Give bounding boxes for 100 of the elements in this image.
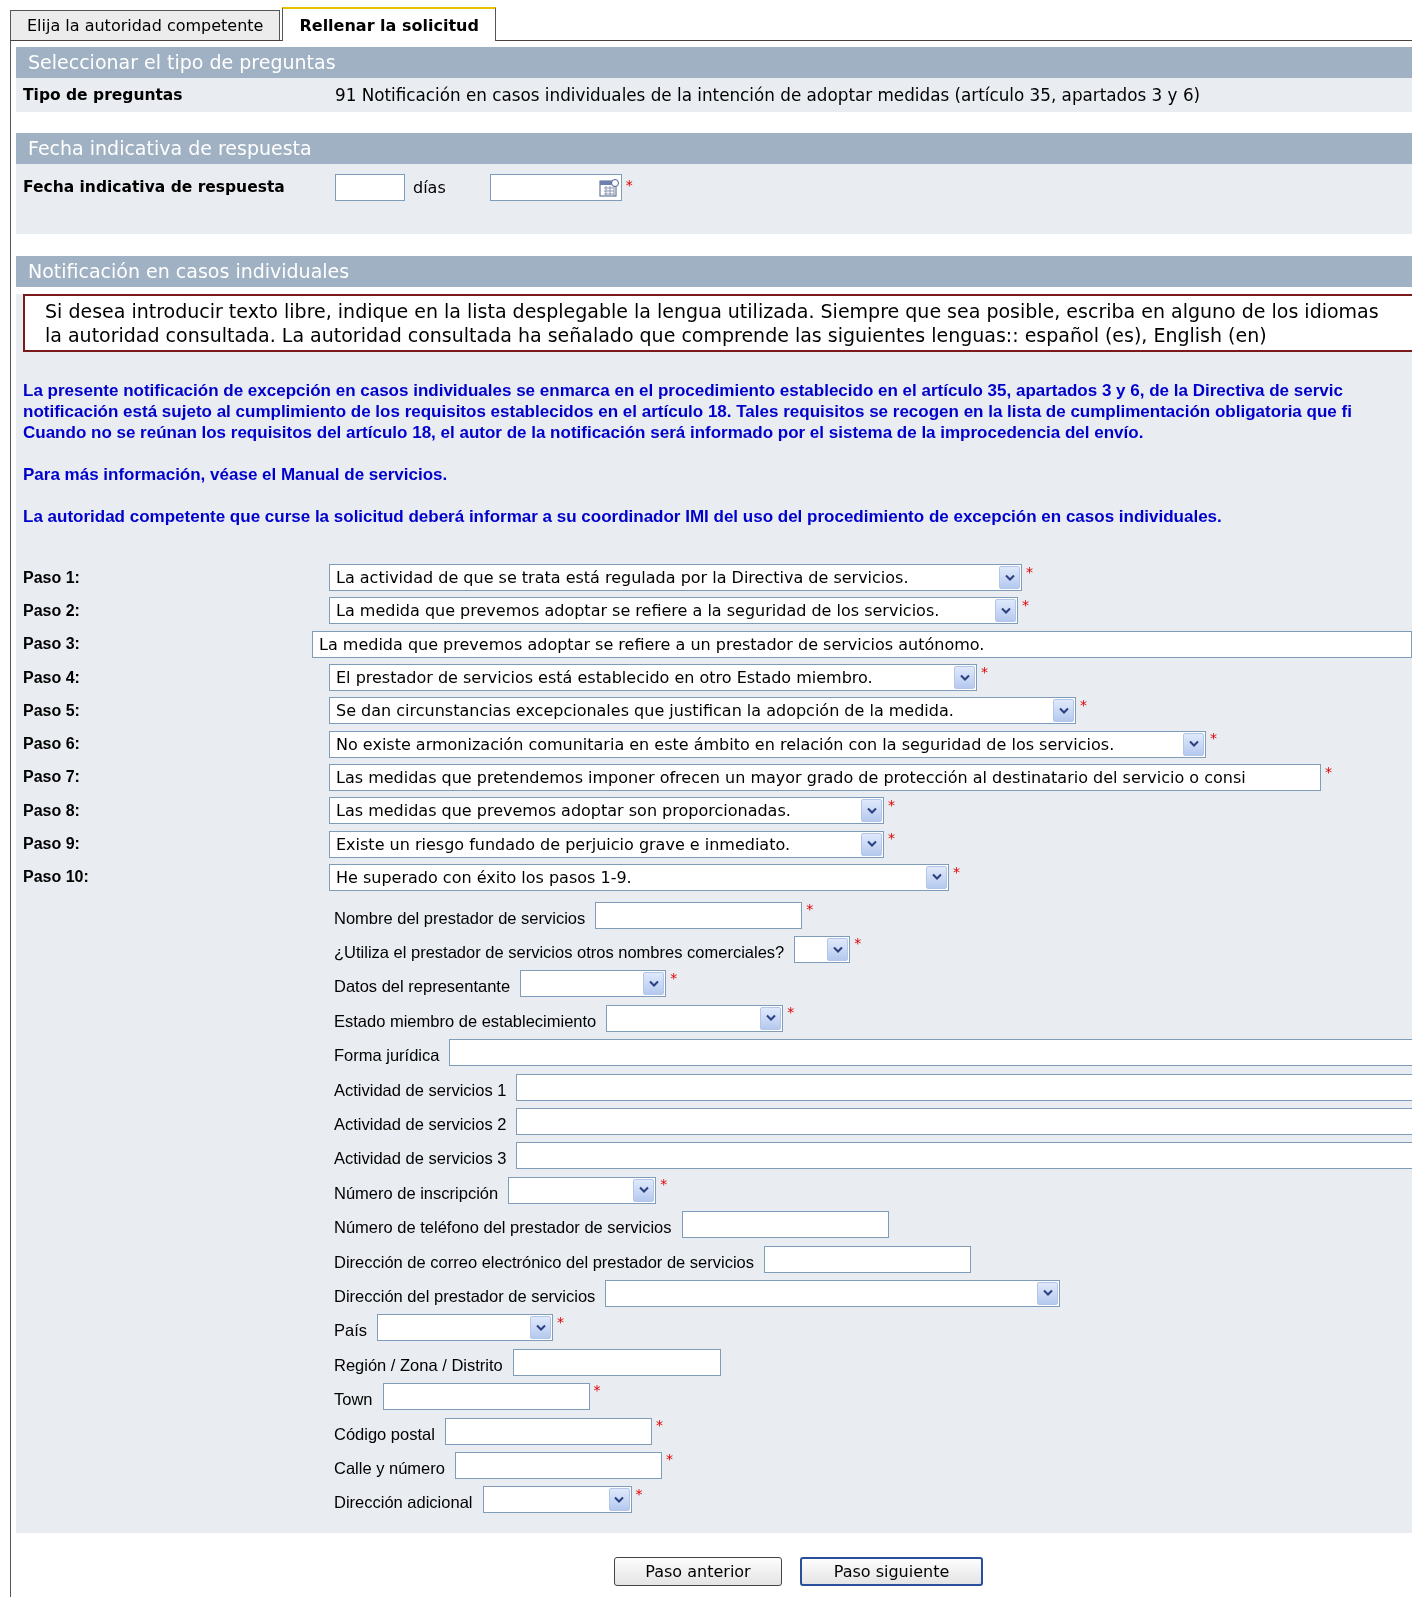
dropdown-field[interactable]: [520, 970, 667, 998]
text-input-field[interactable]: [449, 1039, 1412, 1067]
required-asterisk: *: [670, 968, 678, 986]
step-button[interactable]: Paso siguiente: [800, 1557, 983, 1586]
step-label: Paso 9:: [22, 835, 81, 853]
field-label: Número de inscripción: [334, 1182, 499, 1203]
required-asterisk: *: [1022, 596, 1029, 614]
days-input-field[interactable]: [335, 174, 405, 201]
field-label: Fecha indicativa de respuesta: [23, 177, 286, 196]
step-label: Paso 5:: [22, 701, 81, 720]
required-asterisk: *: [787, 1003, 795, 1021]
field-label: Dirección de correo electrónico del prestador de servicios: [334, 1251, 755, 1272]
text-input-field[interactable]: [516, 1073, 1412, 1101]
dropdown-field[interactable]: [606, 1004, 784, 1032]
field-label: Actividad de servicios 2: [334, 1114, 507, 1134]
chevron-down-icon[interactable]: [861, 832, 882, 856]
field-label: Forma jurídica: [334, 1045, 440, 1066]
field-label: ¿Utiliza el prestador de servicios otros nombres comerciales?: [334, 942, 785, 963]
unit-label: días: [413, 177, 446, 197]
field-label: Actividad de servicios 3: [334, 1148, 507, 1169]
step-label: Paso 4:: [22, 668, 81, 687]
calendar-icon[interactable]: [598, 178, 619, 197]
field-label: Dirección adicional: [334, 1492, 473, 1513]
field-label: Datos del representante: [334, 976, 511, 997]
dropdown-field[interactable]: He superado con éxito los pasos 1-9.: [329, 863, 949, 891]
step-label: Paso 1:: [22, 568, 81, 587]
field-label: Nombre del prestador de servicios: [334, 907, 586, 928]
dropdown-field[interactable]: Las medidas que prevemos adoptar son proporcionadas.: [329, 797, 884, 825]
required-asterisk: *: [625, 176, 633, 193]
field-label: Código postal: [334, 1423, 435, 1444]
chevron-down-icon[interactable]: [954, 666, 975, 690]
chevron-down-icon[interactable]: [926, 865, 947, 889]
text-input-field[interactable]: [512, 1348, 721, 1376]
chevron-down-icon[interactable]: [608, 1488, 630, 1512]
text-input-field[interactable]: [454, 1451, 662, 1479]
tab[interactable]: Elija la autoridad competente: [10, 10, 281, 40]
step-label: Paso 2:: [22, 601, 81, 620]
dropdown-field[interactable]: El prestador de servicios está establecido en otro Estado miembro.: [329, 664, 977, 692]
field-label: Tipo de preguntas: [23, 86, 184, 104]
step-label: Paso 10:: [22, 868, 90, 887]
step-label: Paso 7:: [22, 768, 81, 787]
required-asterisk: *: [655, 1415, 663, 1433]
chevron-down-icon[interactable]: [827, 938, 849, 962]
step-label: Paso 8:: [22, 801, 81, 820]
section-header: Fecha indicativa de respuesta: [16, 133, 1412, 164]
chevron-down-icon[interactable]: [1183, 732, 1204, 756]
info-paragraph: La autoridad competente que curse la solicitud deberá informar a su coordinador IMI del uso del procedimiento de excepción en casos individuales.: [22, 506, 1223, 527]
field-label: País: [334, 1320, 368, 1341]
field-label: Calle y número: [334, 1457, 445, 1478]
text-input-field[interactable]: Las medidas que pretendemos imponer ofrecen un mayor grado de protección al destinatario del servicio o consi: [329, 763, 1321, 791]
required-asterisk: *: [665, 1450, 673, 1468]
field-label: Estado miembro de establecimiento: [334, 1010, 597, 1031]
text-input-field[interactable]: [681, 1211, 889, 1239]
dropdown-field[interactable]: [482, 1486, 632, 1514]
required-asterisk: *: [953, 862, 960, 880]
section-header: Seleccionar el tipo de preguntas: [16, 47, 1412, 78]
dropdown-field[interactable]: [508, 1176, 657, 1204]
required-asterisk: *: [593, 1381, 601, 1399]
required-asterisk: *: [888, 796, 895, 814]
field-label: Town: [334, 1389, 373, 1410]
required-asterisk: *: [1325, 762, 1332, 780]
language-notice: Si desea introducir texto libre, indique en la lista desplegable la lengua utilizada. Siempre que sea posible, escriba en alguno de los idiomas la autoridad consultada. La autoridad consultada ha señalado que comprende las siguientes lenguas:: español (es), English (en): [23, 294, 1412, 352]
chevron-down-icon[interactable]: [995, 599, 1016, 623]
text-input-field[interactable]: [444, 1417, 652, 1445]
text-input-field[interactable]: [382, 1383, 590, 1411]
required-asterisk: *: [806, 899, 814, 917]
dropdown-field[interactable]: La medida que prevemos adoptar se refiere a la seguridad de los servicios.: [329, 597, 1018, 625]
dropdown-field[interactable]: [377, 1314, 554, 1342]
dropdown-field[interactable]: Existe un riesgo fundado de perjuicio grave e inmediato.: [329, 830, 884, 858]
text-input-field[interactable]: [516, 1108, 1412, 1135]
tab[interactable]: Rellenar la solicitud: [282, 7, 496, 41]
text-input-field[interactable]: [595, 901, 803, 929]
field-label: Actividad de servicios 1: [334, 1079, 507, 1100]
dropdown-field[interactable]: [605, 1279, 1061, 1307]
required-asterisk: *: [981, 662, 988, 680]
required-asterisk: *: [635, 1484, 643, 1502]
chevron-down-icon[interactable]: [760, 1006, 782, 1030]
field-label: Región / Zona / Distrito: [334, 1354, 503, 1375]
step-label: Paso 3:: [22, 635, 81, 654]
dropdown-field[interactable]: [794, 936, 851, 964]
step-button[interactable]: Paso anterior: [614, 1557, 782, 1586]
text-input-field[interactable]: [516, 1142, 1412, 1170]
field-label: Número de teléfono del prestador de servicios: [334, 1217, 672, 1238]
chevron-down-icon[interactable]: [530, 1316, 552, 1340]
chevron-down-icon[interactable]: [1037, 1281, 1059, 1305]
text-input-field[interactable]: La medida que prevemos adoptar se refiere a un prestador de servicios autónomo.: [312, 630, 1412, 658]
chevron-down-icon[interactable]: [633, 1178, 655, 1202]
chevron-down-icon[interactable]: [1053, 699, 1074, 723]
text-input-field[interactable]: [764, 1245, 972, 1273]
chevron-down-icon[interactable]: [861, 799, 882, 823]
chevron-down-icon[interactable]: [999, 566, 1020, 590]
required-asterisk: *: [854, 934, 862, 952]
section-header: Notificación en casos individuales: [16, 256, 1412, 287]
dropdown-field[interactable]: La actividad de que se trata está regulada por la Directiva de servicios.: [329, 564, 1022, 592]
dropdown-field[interactable]: No existe armonización comunitaria en este ámbito en relación con la seguridad de los servicios.: [329, 730, 1206, 758]
chevron-down-icon[interactable]: [643, 972, 665, 996]
dropdown-field[interactable]: Se dan circunstancias excepcionales que justifican la adopción de la medida.: [329, 697, 1076, 725]
step-label: Paso 6:: [22, 735, 81, 754]
date-input-field[interactable]: [489, 174, 622, 201]
required-asterisk: *: [1026, 563, 1033, 580]
